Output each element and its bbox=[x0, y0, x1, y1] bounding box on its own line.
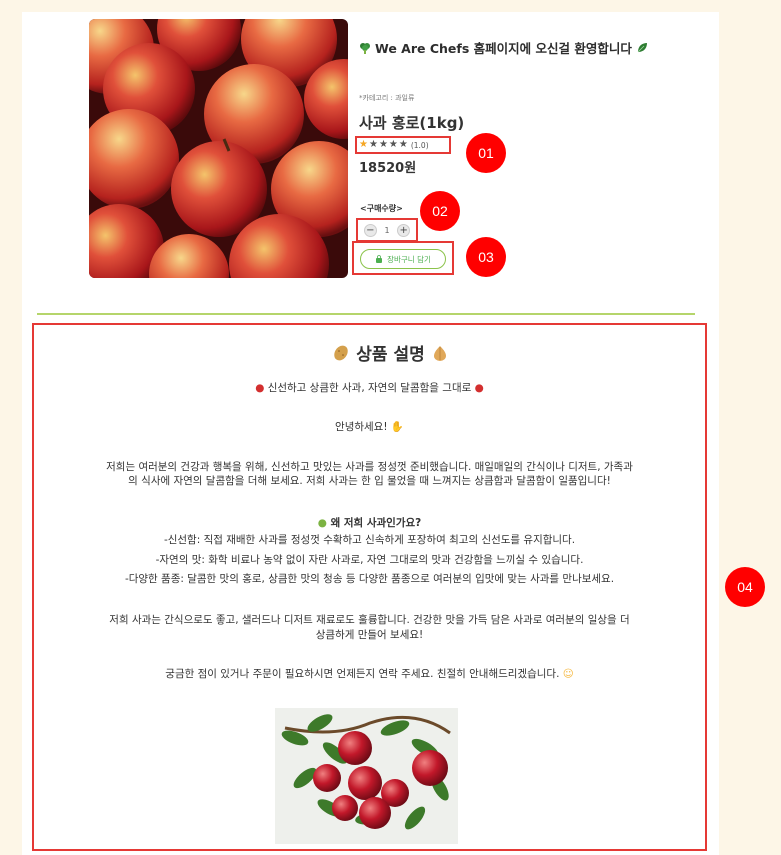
apple-tree-image bbox=[275, 708, 458, 844]
apple-icon: ● bbox=[255, 382, 265, 394]
description-intro-line-2: 의 식사에 자연의 달콤함을 더해 보세요. 저희 사과는 한 입 물었을 때 … bbox=[128, 475, 611, 487]
star-icon: ★ bbox=[359, 139, 368, 150]
star-icon: ★ bbox=[398, 139, 408, 150]
decrease-quantity-button[interactable]: − bbox=[363, 223, 377, 237]
star-icon: ★ bbox=[368, 139, 378, 150]
welcome-text: We Are Chefs 홈페이지에 오신걸 환영합니다 bbox=[375, 41, 632, 56]
description-title-text: 상품 설명 bbox=[356, 345, 425, 365]
annotation-badge-03: 03 bbox=[466, 237, 506, 277]
add-to-cart-button[interactable]: 장바구니 담기 bbox=[360, 249, 446, 269]
quantity-value[interactable]: 1 bbox=[384, 226, 389, 235]
green-apple-icon: ● bbox=[317, 517, 327, 529]
broccoli-icon bbox=[360, 42, 370, 54]
shopping-bag-icon bbox=[376, 255, 383, 263]
rating-value: (1.0) bbox=[410, 140, 429, 150]
product-image bbox=[89, 19, 348, 278]
potato-icon bbox=[334, 345, 348, 360]
description-why-title: ● 왜 저희 사과인가요? bbox=[317, 517, 422, 529]
star-icon: ★ bbox=[378, 139, 388, 150]
increase-quantity-button[interactable]: + bbox=[397, 223, 411, 237]
welcome-banner: We Are Chefs 홈페이지에 오신걸 환영합니다 bbox=[359, 38, 648, 57]
annotation-badge-02: 02 bbox=[420, 191, 460, 231]
cart-highlight: 장바구니 담기 bbox=[352, 241, 454, 275]
section-divider bbox=[37, 313, 695, 315]
waving-hand-icon: ✋ bbox=[390, 421, 404, 433]
annotation-badge-01: 01 bbox=[466, 133, 506, 173]
description-point-2: -자연의 맛: 화학 비료나 농약 없이 자란 사과로, 자연 그대로의 맛과 … bbox=[155, 554, 584, 566]
description-point-3: -다양한 품종: 달콤한 맛의 홍로, 상큼한 맛의 청송 등 다양한 품종으로… bbox=[124, 573, 615, 585]
description-usage-line-1: 저희 사과는 간식으로도 좋고, 샐러드나 디저트 재료로도 훌륭합니다. 건강… bbox=[109, 614, 630, 626]
smiling-face-icon: ☺ bbox=[562, 668, 574, 680]
description-title: 상품 설명 bbox=[0, 340, 781, 365]
description-intro-line-1: 저희는 여러분의 건강과 행복을 위해, 신선하고 맛있는 사과를 정성껏 준비… bbox=[106, 461, 633, 473]
description-headline: ● 신선하고 상큼한 사과, 자연의 달콤함을 그대로 ● bbox=[255, 382, 484, 394]
onion-icon bbox=[433, 345, 446, 361]
product-name: 사과 홍로(1kg) bbox=[359, 114, 465, 132]
leafy-green-icon bbox=[637, 42, 647, 52]
product-rating: ★ ★ ★ ★ ★ (1.0) bbox=[355, 136, 451, 154]
product-price: 18520원 bbox=[359, 161, 417, 176]
product-category: *카테고리 : 과일류 bbox=[359, 94, 415, 102]
description-point-1: -신선함: 직접 재배한 사과를 정성껏 수확하고 신속하게 포장하여 최고의 … bbox=[163, 534, 576, 546]
description-greeting: 안녕하세요! ✋ bbox=[335, 421, 404, 433]
add-to-cart-label: 장바구니 담기 bbox=[387, 254, 431, 264]
star-icon: ★ bbox=[388, 139, 398, 150]
description-closing: 궁금한 점이 있거나 주문이 필요하시면 언제든지 연락 주세요. 친절히 안내… bbox=[165, 668, 574, 680]
quantity-label: <구매수량> bbox=[360, 204, 403, 213]
description-usage-line-2: 상큼하게 만들어 보세요! bbox=[315, 629, 424, 641]
annotation-badge-04: 04 bbox=[725, 567, 765, 607]
quantity-stepper: − 1 + bbox=[356, 218, 418, 242]
apple-icon: ● bbox=[474, 382, 484, 394]
